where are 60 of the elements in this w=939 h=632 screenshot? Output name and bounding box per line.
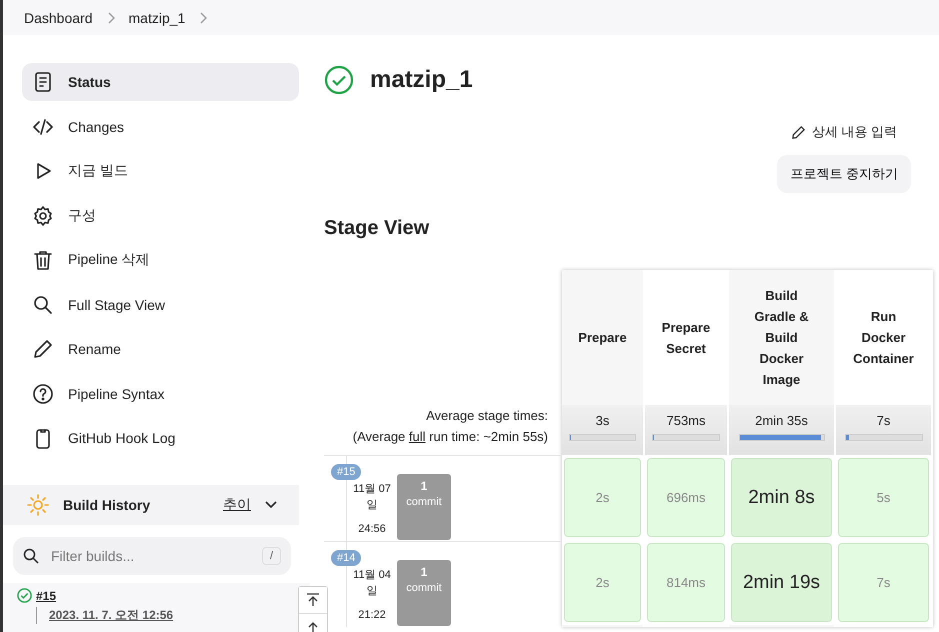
- search-icon: [32, 294, 54, 316]
- run-time: 21:22: [358, 609, 386, 621]
- success-check-icon: [324, 65, 354, 95]
- document-icon: [32, 71, 54, 93]
- chevron-down-icon[interactable]: [265, 501, 277, 509]
- average-time: 753ms: [666, 413, 706, 428]
- average-run-time: (Average full run time: ~2min 55s): [352, 428, 548, 446]
- sidebar-item[interactable]: Rename: [22, 330, 299, 368]
- sun-icon: [27, 494, 49, 516]
- filter-builds-field[interactable]: Filter builds... /: [13, 537, 291, 575]
- chevron-right-icon: [199, 12, 208, 24]
- sidebar-item[interactable]: Pipeline Syntax: [22, 374, 299, 412]
- run-date: 11월 04일: [352, 568, 392, 599]
- scroll-to-top-button[interactable]: [299, 587, 327, 614]
- commit-label: commit: [406, 582, 442, 594]
- commit-count: 1: [420, 479, 428, 493]
- run-date: 11월 07일: [352, 482, 392, 513]
- sidebar-item[interactable]: Status: [22, 63, 299, 101]
- pencil-icon: [790, 124, 806, 140]
- help-icon: [32, 382, 54, 404]
- arrow-up-to-bar-icon: [306, 593, 320, 607]
- run-time: 24:56: [358, 523, 386, 535]
- filter-input[interactable]: Filter builds...: [49, 547, 252, 565]
- stage-header: Prepare Secret: [660, 318, 712, 358]
- build-number-link[interactable]: #15: [36, 588, 56, 602]
- build-history-title: Build History: [63, 497, 152, 513]
- average-time: 2min 35s: [755, 413, 808, 428]
- edit-description-link[interactable]: 상세 내용 입력: [790, 123, 897, 141]
- average-time: 3s: [596, 413, 610, 428]
- commit-label: commit: [406, 496, 442, 508]
- stage-duration-cell[interactable]: 2min 8s: [731, 458, 832, 537]
- average-stage-times-label: Average stage times:: [426, 407, 548, 425]
- arrow-up-icon: [306, 620, 320, 632]
- shortcut-key: /: [262, 547, 281, 565]
- settings-icon: [32, 204, 54, 226]
- search-icon: [23, 548, 39, 564]
- stage-duration-cell[interactable]: 2min 19s: [731, 543, 832, 622]
- sidebar-item[interactable]: Changes: [22, 108, 299, 146]
- pencil-icon: [32, 338, 54, 360]
- stage-view-title: Stage View: [324, 217, 430, 240]
- project-title: matzip_1: [370, 66, 473, 94]
- sidebar-item[interactable]: Full Stage View: [22, 286, 299, 324]
- build-date-link[interactable]: 2023. 11. 7. 오전 12:56: [36, 607, 174, 624]
- full-run-link[interactable]: full: [408, 429, 426, 444]
- stage-header: Build Gradle & Build Docker Image: [753, 287, 810, 389]
- sidebar-item[interactable]: Pipeline 삭제: [22, 241, 299, 279]
- success-check-icon: [17, 588, 32, 603]
- breadcrumb-link[interactable]: matzip_1: [128, 10, 186, 26]
- stage-header: Run Docker Container: [852, 308, 915, 368]
- average-time: 7s: [876, 413, 890, 428]
- sidebar-item[interactable]: 구성: [22, 196, 299, 234]
- chevron-right-icon: [106, 12, 114, 24]
- sidebar-item[interactable]: GitHub Hook Log: [22, 419, 299, 457]
- commit-count: 1: [420, 565, 428, 579]
- sidebar-item[interactable]: 지금 빌드: [22, 152, 299, 190]
- trend-link[interactable]: 추이: [223, 496, 251, 514]
- trash-icon: [32, 249, 54, 271]
- disable-project-button[interactable]: 프로젝트 중지하기: [777, 155, 911, 193]
- breadcrumb-link[interactable]: Dashboard: [24, 10, 92, 26]
- stage-header: Prepare: [577, 329, 628, 347]
